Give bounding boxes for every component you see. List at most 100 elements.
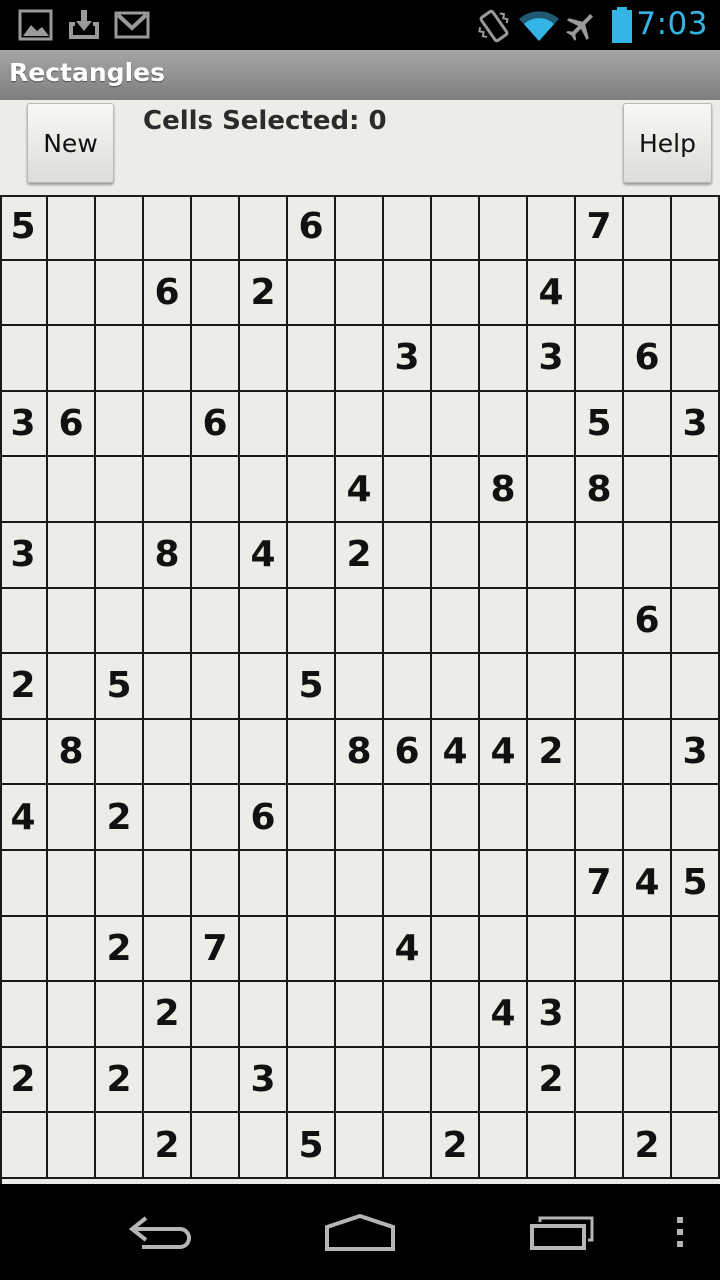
grid-cell[interactable] (336, 588, 384, 655)
grid-cell[interactable] (48, 195, 96, 261)
grid-cell[interactable] (384, 195, 432, 261)
grid-cell[interactable] (480, 1113, 528, 1179)
grid-cell[interactable] (528, 588, 576, 655)
grid-cell[interactable] (240, 654, 288, 720)
grid-cell[interactable] (192, 1113, 240, 1179)
menu-icon[interactable] (664, 1204, 696, 1260)
grid-cell[interactable] (96, 982, 144, 1048)
grid-cell[interactable] (192, 654, 240, 720)
grid-cell[interactable] (672, 654, 720, 720)
grid-cell[interactable]: 2 (0, 1047, 48, 1114)
grid-cell[interactable] (480, 588, 528, 655)
grid-cell[interactable] (432, 851, 480, 917)
grid-cell[interactable] (480, 916, 528, 983)
grid-cell[interactable] (384, 1113, 432, 1179)
grid-cell[interactable] (672, 785, 720, 851)
grid-cell[interactable] (624, 916, 672, 983)
grid-cell[interactable] (48, 916, 96, 983)
grid-cell[interactable] (624, 785, 672, 851)
grid-cell[interactable]: 2 (144, 982, 192, 1048)
grid-cell[interactable]: 4 (0, 785, 48, 851)
grid-cell[interactable] (432, 785, 480, 851)
grid-cell[interactable] (384, 391, 432, 458)
grid-cell[interactable] (336, 785, 384, 851)
grid-cell[interactable] (48, 588, 96, 655)
grid-cell[interactable] (432, 326, 480, 392)
grid-cell[interactable] (48, 785, 96, 851)
grid-cell[interactable] (384, 457, 432, 523)
grid-cell[interactable] (336, 391, 384, 458)
grid-cell[interactable]: 4 (336, 457, 384, 523)
grid-cell[interactable] (0, 326, 48, 392)
grid-cell[interactable] (144, 1047, 192, 1114)
grid-cell[interactable] (240, 1113, 288, 1179)
grid-cell[interactable] (96, 195, 144, 261)
grid-cell[interactable] (96, 588, 144, 655)
grid-cell[interactable] (576, 719, 624, 786)
grid-cell[interactable]: 3 (672, 391, 720, 458)
grid-cell[interactable] (432, 260, 480, 327)
grid-cell[interactable] (480, 195, 528, 261)
grid-cell[interactable] (288, 523, 336, 589)
grid-cell[interactable] (432, 916, 480, 983)
grid-cell[interactable] (480, 785, 528, 851)
grid-cell[interactable]: 6 (144, 260, 192, 327)
grid-cell[interactable] (336, 1047, 384, 1114)
grid-cell[interactable] (576, 588, 624, 655)
grid-cell[interactable]: 6 (288, 195, 336, 261)
grid-cell[interactable] (288, 719, 336, 786)
grid-cell[interactable]: 4 (480, 719, 528, 786)
grid-cell[interactable] (96, 523, 144, 589)
grid-cell[interactable] (144, 391, 192, 458)
grid-cell[interactable] (576, 260, 624, 327)
grid-cell[interactable] (384, 982, 432, 1048)
grid-cell[interactable]: 5 (576, 391, 624, 458)
grid-cell[interactable] (96, 457, 144, 523)
grid-cell[interactable] (144, 195, 192, 261)
grid-cell[interactable] (528, 391, 576, 458)
grid-cell[interactable] (336, 654, 384, 720)
grid-cell[interactable] (576, 1113, 624, 1179)
grid-cell[interactable] (0, 457, 48, 523)
grid-cell[interactable]: 7 (576, 195, 624, 261)
grid-cell[interactable] (288, 851, 336, 917)
grid-cell[interactable] (528, 1113, 576, 1179)
grid-cell[interactable] (240, 916, 288, 983)
grid-cell[interactable] (192, 195, 240, 261)
grid-cell[interactable] (192, 588, 240, 655)
grid-cell[interactable]: 4 (432, 719, 480, 786)
grid-cell[interactable]: 3 (384, 326, 432, 392)
grid-cell[interactable]: 3 (528, 982, 576, 1048)
grid-cell[interactable] (48, 851, 96, 917)
grid-cell[interactable] (528, 785, 576, 851)
grid-cell[interactable] (0, 260, 48, 327)
grid-cell[interactable] (240, 588, 288, 655)
grid-cell[interactable] (480, 326, 528, 392)
grid-cell[interactable] (672, 195, 720, 261)
grid-cell[interactable] (48, 457, 96, 523)
grid-cell[interactable] (384, 523, 432, 589)
grid-cell[interactable] (288, 1047, 336, 1114)
grid-cell[interactable] (480, 654, 528, 720)
grid-cell[interactable]: 8 (336, 719, 384, 786)
grid-cell[interactable] (672, 260, 720, 327)
grid-cell[interactable]: 4 (624, 851, 672, 917)
grid-cell[interactable] (528, 457, 576, 523)
grid-cell[interactable] (144, 588, 192, 655)
grid-cell[interactable] (144, 654, 192, 720)
grid-cell[interactable] (336, 916, 384, 983)
grid-cell[interactable] (672, 457, 720, 523)
grid-cell[interactable] (48, 523, 96, 589)
grid-cell[interactable]: 3 (0, 391, 48, 458)
grid-cell[interactable]: 2 (96, 916, 144, 983)
grid-cell[interactable] (336, 982, 384, 1048)
grid-cell[interactable] (384, 851, 432, 917)
grid-cell[interactable] (288, 457, 336, 523)
grid-cell[interactable]: 2 (0, 654, 48, 720)
grid-cell[interactable] (240, 719, 288, 786)
grid-cell[interactable] (48, 982, 96, 1048)
grid-cell[interactable] (192, 1047, 240, 1114)
grid-cell[interactable] (432, 195, 480, 261)
grid-cell[interactable] (192, 326, 240, 392)
grid-cell[interactable] (624, 1047, 672, 1114)
